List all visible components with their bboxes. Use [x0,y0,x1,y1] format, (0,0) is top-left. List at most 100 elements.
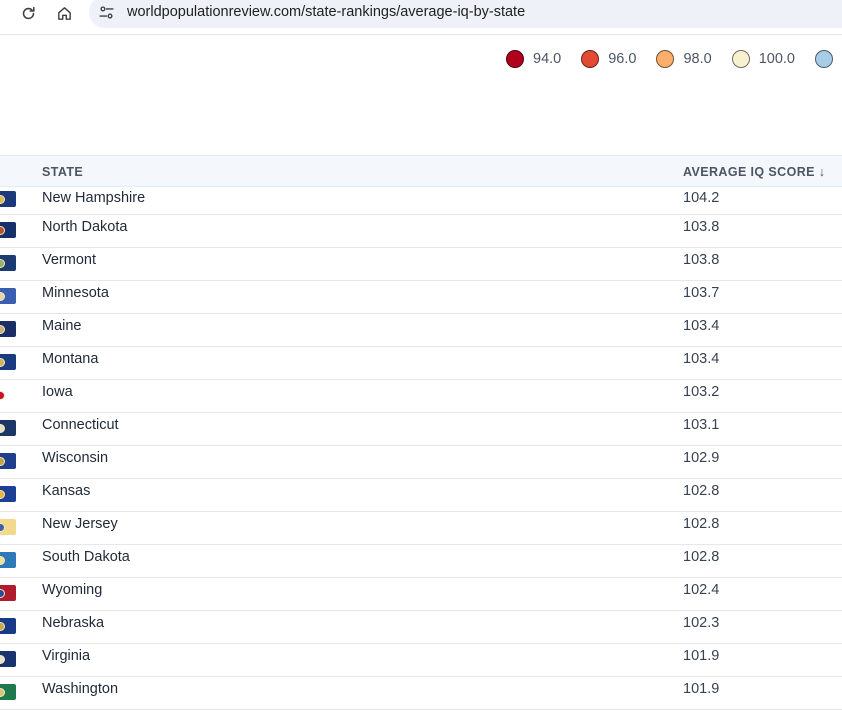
legend-item[interactable]: 98.0 [656,50,712,68]
flag-seal-icon [0,655,5,664]
table-row[interactable]: Kansas 102.8 [0,479,842,512]
flag-seal-icon [0,688,5,697]
state-name[interactable]: Minnesota [42,285,109,301]
table-row[interactable]: Wisconsin 102.9 [0,446,842,479]
iq-score: 101.9 [683,681,720,697]
table-row[interactable]: New Jersey 102.8 [0,512,842,545]
state-flag-icon [0,255,16,271]
flag-seal-icon [0,490,5,499]
state-flag-icon [0,354,16,370]
flag-seal-icon [0,589,5,598]
table-row[interactable]: Minnesota 103.7 [0,281,842,314]
state-flag-icon [0,552,16,568]
legend-swatch [656,50,675,68]
flag-seal-icon [0,391,5,400]
table-row[interactable]: Virginia 101.9 [0,644,842,677]
table-row[interactable]: South Dakota 102.8 [0,545,842,578]
iq-score: 102.3 [683,615,720,631]
legend-item[interactable]: 100.0 [731,50,795,68]
state-name[interactable]: South Dakota [42,549,130,565]
iq-score: 101.9 [683,648,720,664]
url-text[interactable]: worldpopulationreview.com/state-rankings… [127,4,525,20]
iq-score: 103.7 [683,285,720,301]
legend-swatch [815,50,833,68]
state-flag-icon [0,618,16,634]
state-name[interactable]: Washington [42,681,118,697]
state-name[interactable]: Nebraska [42,615,104,631]
iq-score: 102.4 [683,582,720,598]
state-name[interactable]: Maine [42,318,82,334]
table-row[interactable]: Maine 103.4 [0,314,842,347]
state-name[interactable]: Kansas [42,483,90,499]
iq-score: 103.2 [683,384,720,400]
flag-seal-icon [0,226,5,235]
legend-item[interactable]: 94.0 [506,50,561,68]
table-row[interactable]: Iowa 103.2 [0,380,842,413]
table-header: State Average IQ Score ↓ [0,155,842,187]
iq-score: 102.8 [683,516,720,532]
state-name[interactable]: New Hampshire [42,190,145,206]
flag-seal-icon [0,259,5,268]
state-name[interactable]: Iowa [42,384,73,400]
state-name[interactable]: North Dakota [42,219,127,235]
browser-toolbar: worldpopulationreview.com/state-rankings… [0,0,842,35]
iq-score: 103.4 [683,351,720,367]
state-name[interactable]: Wyoming [42,582,102,598]
legend-item[interactable]: 96.0 [581,50,636,68]
table-row[interactable]: Wyoming 102.4 [0,578,842,611]
state-flag-icon [0,222,16,238]
flag-seal-icon [0,622,5,631]
address-bar[interactable]: worldpopulationreview.com/state-rankings… [89,0,842,28]
iq-score: 103.8 [683,252,720,268]
column-header-state[interactable]: State [42,165,83,179]
legend-swatch [731,50,750,68]
state-name[interactable]: Montana [42,351,98,367]
iq-score: 102.9 [683,450,720,466]
state-flag-icon [0,321,16,337]
state-name[interactable]: Vermont [42,252,96,268]
table-body: New Hampshire 104.2 North Dakota 103.8 Vermo… [0,187,842,710]
state-name[interactable]: Connecticut [42,417,119,433]
state-name[interactable]: New Jersey [42,516,118,532]
iq-score: 103.4 [683,318,720,334]
legend-swatch [581,50,600,68]
reload-icon [22,6,35,19]
table-row[interactable]: New Hampshire 104.2 [0,187,842,215]
flag-seal-icon [0,523,5,532]
table-row[interactable]: Nebraska 102.3 [0,611,842,644]
iq-score: 104.2 [683,190,720,206]
table-row[interactable]: Connecticut 103.1 [0,413,842,446]
legend-label: 98.0 [683,51,712,67]
iq-score: 102.8 [683,549,720,565]
table-row[interactable]: Montana 103.4 [0,347,842,380]
legend-label: 96.0 [608,51,637,67]
home-icon [57,6,71,20]
iq-score: 102.8 [683,483,720,499]
tune-icon [98,5,114,19]
flag-seal-icon [0,292,5,301]
reload-button[interactable] [13,0,43,26]
iq-score: 103.1 [683,417,720,433]
state-flag-icon [0,684,16,700]
table-row[interactable]: North Dakota 103.8 [0,215,842,248]
state-name[interactable]: Wisconsin [42,450,108,466]
table-row[interactable]: Vermont 103.8 [0,248,842,281]
map-legend: 94.0 96.0 98.0 100.0 1 [506,49,842,69]
site-info-button[interactable] [97,3,115,21]
rankings-table: State Average IQ Score ↓ New Hampshire 10… [0,155,842,710]
state-flag-icon [0,420,16,436]
iq-score: 103.8 [683,219,720,235]
legend-label: 100.0 [758,51,795,67]
state-flag-icon [0,387,16,403]
home-button[interactable] [49,0,79,26]
flag-seal-icon [0,556,5,565]
flag-seal-icon [0,424,5,433]
state-flag-icon [0,288,16,304]
column-header-average-iq-score[interactable]: Average IQ Score ↓ [683,165,825,179]
state-name[interactable]: Virginia [42,648,90,664]
legend-label: 94.0 [533,51,562,67]
state-flag-icon [0,191,16,207]
table-row[interactable]: Washington 101.9 [0,677,842,710]
legend-item[interactable]: 1 [815,50,842,68]
state-flag-icon [0,651,16,667]
